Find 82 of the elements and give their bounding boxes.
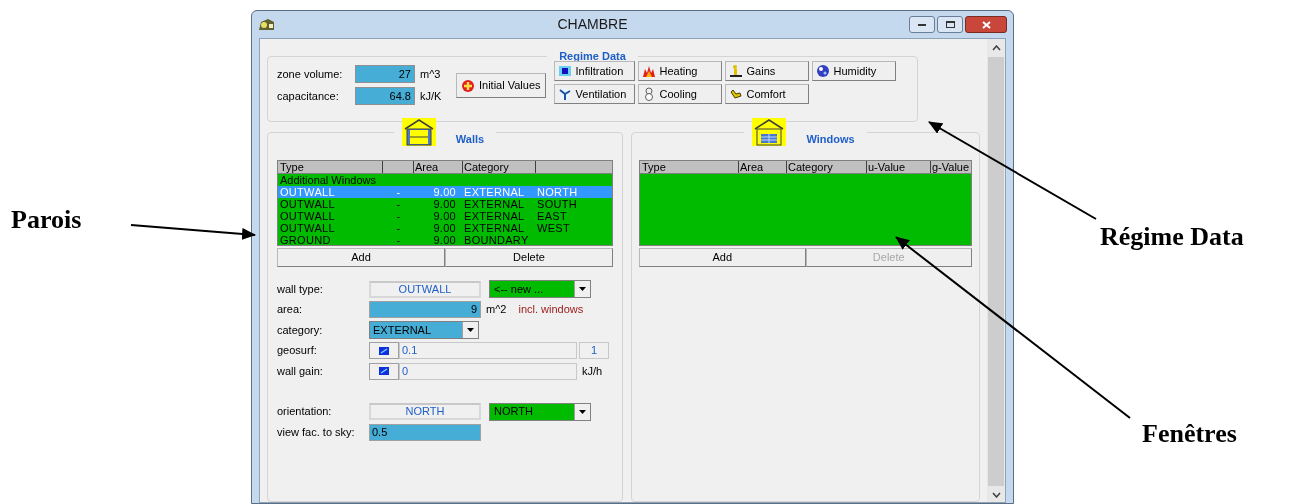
initial-values-button[interactable]: Initial Values (456, 73, 546, 98)
annotation-label: Fenêtres (1142, 418, 1237, 450)
list-row[interactable]: OUTWALL - 9.00 EXTERNAL SOUTH (278, 198, 612, 210)
maximize-icon (945, 21, 955, 28)
maximize-button[interactable] (937, 16, 963, 33)
list-row[interactable]: OUTWALL - 9.00 EXTERNAL WEST (278, 222, 612, 234)
list-row[interactable]: Additional Windows (278, 174, 612, 186)
field-label: zone volume: (277, 67, 344, 81)
window-icon (557, 64, 572, 78)
app-icon (258, 17, 276, 32)
unit-label: m^3 (420, 67, 442, 81)
regime-button[interactable]: Infiltration (553, 61, 635, 81)
regime-button[interactable]: Cooling (637, 84, 722, 104)
regime-button[interactable]: Ventilation (553, 84, 635, 104)
scrollbar[interactable] (987, 39, 1005, 502)
column-header: Category (464, 161, 509, 173)
fan-icon (557, 87, 572, 101)
regime-button[interactable]: Gains (724, 61, 809, 81)
armchair-icon (728, 87, 743, 101)
group-title: Walls (454, 132, 486, 146)
unit-label: kJ/h (582, 364, 603, 378)
scroll-up-icon[interactable] (991, 45, 1001, 51)
column-header: Type (642, 161, 666, 173)
dropdown-caret-icon (462, 322, 478, 339)
field-label: wall type: (277, 282, 324, 296)
dropdown-caret-icon (574, 281, 590, 298)
input-field[interactable]: 0.1 (399, 342, 577, 360)
value-display: NORTH (369, 403, 481, 421)
field-label: category: (277, 323, 324, 337)
starburst-icon (461, 78, 475, 93)
regime-button[interactable]: Heating (637, 61, 722, 81)
minimize-button[interactable] (909, 16, 935, 33)
list-row[interactable]: GROUND - 9.00 BOUNDARY (278, 234, 612, 246)
column-header: Area (740, 161, 764, 173)
column-header: g-Value (932, 161, 970, 173)
input-field[interactable]: 0 (399, 362, 577, 380)
column-header: Type (280, 161, 304, 173)
close-icon (981, 20, 991, 29)
minimize-icon (918, 23, 926, 26)
column-header: Area (415, 161, 439, 173)
picker-button[interactable] (369, 342, 399, 360)
unit-label: m^2 (486, 303, 507, 317)
dropdown-caret-icon (574, 403, 590, 420)
field-label: capacitance: (277, 89, 340, 103)
scroll-down-icon[interactable] (991, 492, 1001, 498)
column-header: Category (788, 161, 833, 173)
group-title: Windows (805, 132, 856, 146)
annotation-label: Régime Data (1100, 221, 1244, 253)
unit-label: kJ/K (420, 89, 443, 103)
list-row[interactable]: OUTWALL - 9.00 EXTERNAL EAST (278, 210, 612, 222)
value-display: OUTWALL (369, 280, 481, 298)
group-title: Regime Data (558, 49, 627, 63)
dropdown[interactable]: NORTH (489, 402, 591, 421)
input-field[interactable]: 9 (369, 301, 481, 319)
column-header: u-Value (868, 161, 906, 173)
house-icon (401, 118, 436, 146)
dropdown[interactable]: EXTERNAL (369, 321, 479, 340)
field-label: geosurf: (277, 344, 318, 358)
field-label: wall gain: (277, 364, 324, 378)
value-display: 1 (579, 342, 609, 360)
input-field[interactable]: 64.8 (355, 87, 415, 105)
regime-button[interactable]: Comfort (724, 84, 809, 104)
dropdown[interactable]: <-- new ... (489, 280, 591, 299)
person-icon (728, 64, 743, 78)
picker-button[interactable] (369, 362, 399, 380)
list-button[interactable]: Add (639, 248, 806, 267)
input-field[interactable]: 27 (355, 65, 415, 83)
note-label: incl. windows (518, 303, 584, 317)
input-field[interactable]: 0.5 (369, 423, 481, 441)
droplets-icon (815, 64, 830, 78)
field-label: area: (277, 303, 304, 317)
regime-button[interactable]: Humidity (811, 61, 896, 81)
list-button[interactable]: Add (277, 248, 445, 267)
window-title: CHAMBRE (556, 15, 629, 34)
field-label: view fac. to sky: (277, 425, 356, 439)
annotation-label: Parois (11, 204, 82, 236)
house-icon (752, 118, 787, 146)
field-label: orientation: (277, 405, 333, 419)
chart-icon (379, 367, 389, 376)
chart-icon (379, 346, 389, 355)
close-button[interactable] (965, 16, 1007, 33)
list-button[interactable]: Delete (445, 248, 613, 267)
